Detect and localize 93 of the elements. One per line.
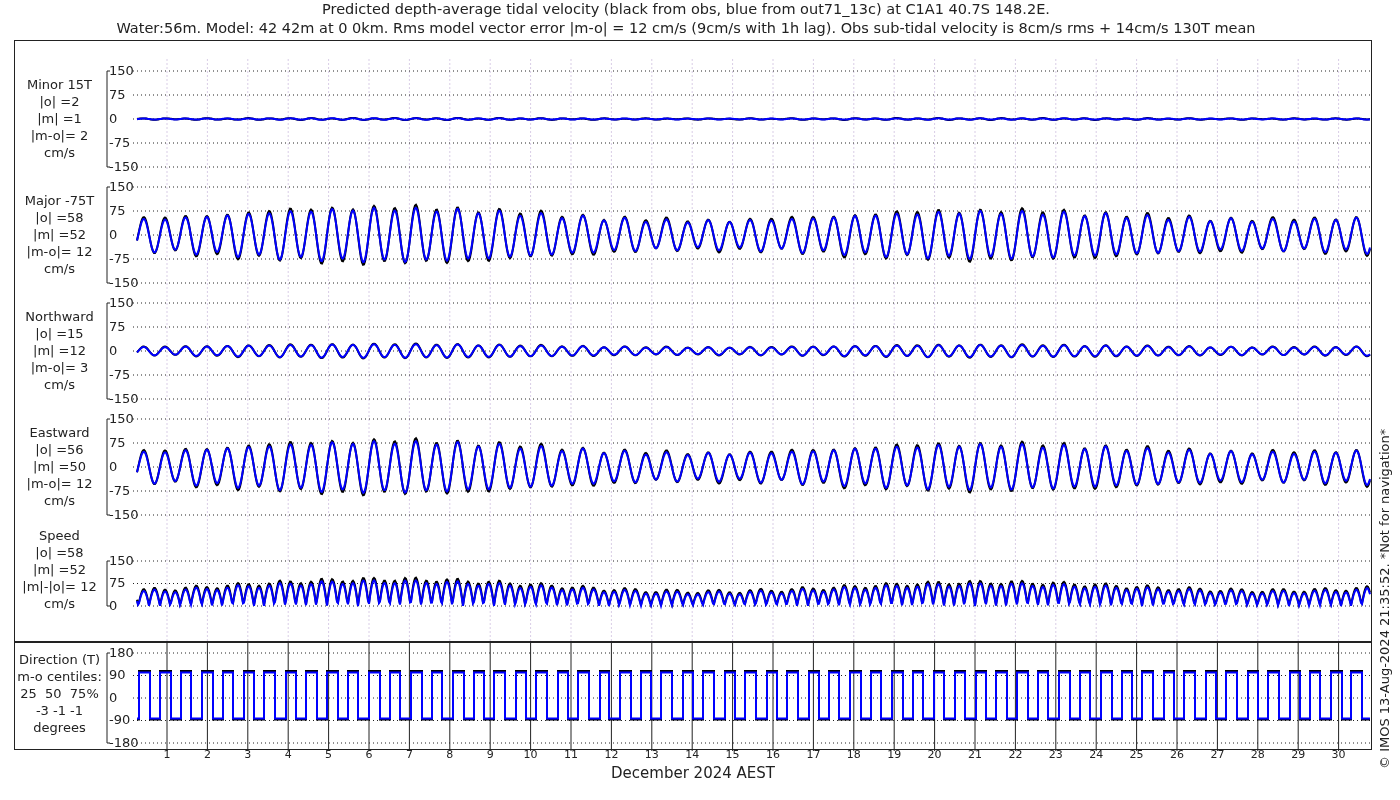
panel-stat: |o| =15 [35, 325, 84, 342]
axis-tick-label: 75 [109, 86, 126, 102]
day-tick-label: 29 [1291, 748, 1306, 761]
axis-tick-label: 0 [109, 342, 118, 358]
panel-stat: |m|-|o|= 12 [22, 578, 97, 595]
day-tick-label: 16 [766, 748, 780, 761]
axis-tick-label: 0 [109, 110, 118, 126]
day-tick-label: 14 [685, 748, 700, 761]
day-tick-label: 18 [846, 748, 861, 761]
panel-stat: |m| =12 [33, 342, 86, 359]
day-tick-label: 8 [446, 748, 454, 761]
day-tick-label: 20 [927, 748, 942, 761]
day-tick-label: 11 [564, 748, 578, 761]
panel-stat: Major -75T [24, 192, 95, 209]
axis-tick-label: -90 [109, 712, 131, 727]
day-tick-label: 19 [887, 748, 902, 761]
axis-drawing [106, 560, 111, 607]
panel-stat: cm/s [44, 595, 75, 612]
chart-title: Predicted depth-average tidal velocity (black from obs, blue from out71_13c) at C1A1 40.7S 148.2E. [322, 0, 1050, 19]
day-tick-label: 26 [1170, 748, 1184, 761]
panel-stat: Eastward [29, 424, 90, 441]
day-tick-label: 28 [1250, 748, 1265, 761]
axis-tick-label: -150 [109, 274, 139, 290]
axis-tick-label: 150 [109, 410, 134, 426]
day-tick-label: 13 [644, 748, 659, 761]
axis-tick-label: -75 [109, 250, 131, 266]
day-tick-label: 17 [806, 748, 821, 761]
axis-tick-label: 0 [109, 597, 118, 613]
day-tick-label: 23 [1048, 748, 1063, 761]
x-axis-label: December 2024 AEST [611, 764, 775, 782]
panel-stat: |m-o|= 2 [30, 127, 89, 144]
panel-stat: Direction (T) [19, 651, 100, 668]
day-tick-label: 27 [1210, 748, 1225, 761]
axis-tick-label: 75 [109, 318, 126, 334]
day-tick-label: 6 [365, 748, 373, 761]
panel-stat: degrees [33, 719, 86, 736]
panel-stat: 25 50 75% [20, 685, 99, 702]
axis-tick-label: -75 [109, 366, 131, 382]
day-tick-label: 25 [1129, 748, 1144, 761]
axis-tick-label: 0 [109, 689, 118, 705]
axis-tick-label: 0 [109, 458, 118, 474]
day-tick-label: 24 [1089, 748, 1104, 761]
panel-stat: |o| =58 [35, 544, 84, 561]
panel-stat: |m| =52 [33, 561, 86, 578]
panel-stat: |m| =1 [37, 110, 82, 127]
day-tick-label: 5 [325, 748, 333, 761]
day-tick-label: 10 [523, 748, 538, 761]
day-tick-label: 30 [1331, 748, 1346, 761]
panel-stat: m-o centiles: [17, 668, 102, 685]
axis-tick-label: -150 [109, 158, 139, 174]
axis-tick-label: 0 [109, 226, 118, 242]
panel-stat: |o| =2 [39, 93, 80, 110]
axis-tick-label: -150 [109, 506, 139, 522]
axis-tick-label: 75 [109, 202, 126, 218]
panel-stat: |o| =58 [35, 209, 84, 226]
panel-stat: Northward [25, 308, 94, 325]
panel-stat: cm/s [44, 376, 75, 393]
day-tick-label: 12 [604, 748, 619, 761]
axis-tick-label: 90 [109, 667, 126, 682]
axis-tick-label: -75 [109, 134, 131, 150]
axis-tick-label: -150 [109, 390, 139, 406]
day-tick-label: 9 [486, 748, 494, 761]
day-tick-label: 4 [284, 748, 292, 761]
panel-stat: |m| =50 [33, 458, 86, 475]
panel-stat: |o| =56 [35, 441, 84, 458]
axis-tick-label: 150 [109, 178, 134, 194]
panel-stat: Speed [39, 527, 80, 544]
day-tick-label: 1 [163, 748, 171, 761]
axis-tick-label: 75 [109, 575, 126, 590]
day-tick-label: 2 [203, 748, 211, 761]
panel-stat: Minor 15T [27, 76, 92, 93]
panel-stat: -3 -1 -1 [35, 702, 84, 719]
day-tick-label: 21 [968, 748, 982, 761]
day-tick-label: 3 [244, 748, 252, 761]
axis-tick-label: -180 [109, 734, 139, 750]
chart-title: Water:56m. Model: 42 42m at 0 0km. Rms model vector error |m-o| = 12 cm/s (9cm/s with 1h lag). Obs sub-tidal velocity is 8cm/s rms + 14cm/s 130T mean [116, 19, 1256, 38]
panel-stat: cm/s [44, 260, 75, 277]
axis-tick-label: 150 [109, 62, 134, 78]
panel-stat: cm/s [44, 144, 75, 161]
panel-stat: |m-o|= 12 [26, 243, 93, 260]
panel-stat: cm/s [44, 492, 75, 509]
panel-stat: |m-o|= 12 [26, 475, 93, 492]
axis-tick-label: 150 [109, 552, 134, 568]
panel-stat: |m-o|= 3 [30, 359, 89, 376]
axis-tick-label: 180 [109, 644, 134, 660]
axis-tick-label: 75 [109, 434, 126, 450]
panel-stat: |m| =52 [33, 226, 86, 243]
axis-tick-label: 150 [109, 294, 134, 310]
day-tick-label: 15 [725, 748, 740, 761]
day-tick-label: 7 [405, 748, 413, 761]
axis-tick-label: -75 [109, 482, 131, 498]
day-tick-label: 22 [1008, 748, 1023, 761]
copyright-note: © IMOS 13-Aug-2024 21:35:52. *Not for navigation* [1377, 428, 1392, 769]
